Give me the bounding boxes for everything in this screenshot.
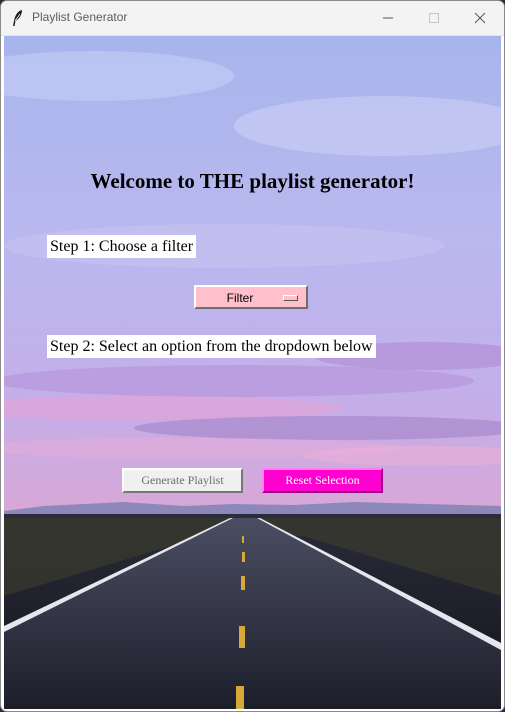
filter-menubutton[interactable]: Filter bbox=[194, 285, 308, 309]
generate-playlist-button[interactable]: Generate Playlist bbox=[122, 468, 243, 493]
window-title: Playlist Generator bbox=[32, 10, 128, 24]
maximize-button[interactable] bbox=[411, 1, 457, 35]
close-icon bbox=[474, 9, 486, 28]
dropdown-indicator-icon bbox=[283, 295, 298, 301]
close-button[interactable] bbox=[457, 1, 503, 35]
title-bar[interactable]: Playlist Generator bbox=[1, 1, 504, 36]
welcome-heading: Welcome to THE playlist generator! bbox=[90, 169, 415, 193]
feather-icon bbox=[11, 9, 25, 27]
step2-label: Step 2: Select an option from the dropdo… bbox=[47, 335, 376, 358]
maximize-icon bbox=[428, 9, 440, 28]
reset-selection-button[interactable]: Reset Selection bbox=[262, 468, 383, 493]
minimize-icon bbox=[382, 9, 394, 28]
step1-label: Step 1: Choose a filter bbox=[47, 235, 197, 258]
app-window: Playlist Generator Welcome to THE playli… bbox=[0, 0, 505, 712]
minimize-button[interactable] bbox=[365, 1, 411, 35]
main-content: Welcome to THE playlist generator! Step … bbox=[4, 36, 501, 709]
background-image bbox=[4, 36, 501, 709]
filter-menubutton-label: Filter bbox=[226, 291, 254, 305]
